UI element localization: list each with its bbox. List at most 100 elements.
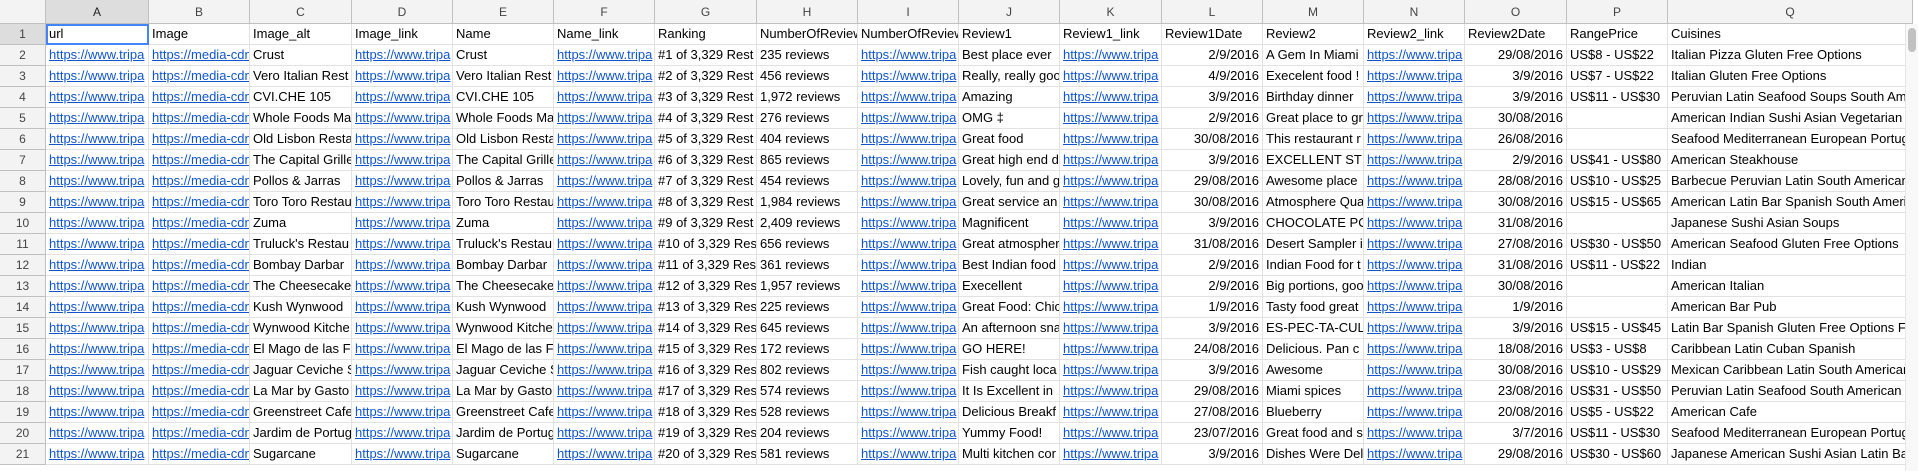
cell-k6[interactable]: https://www.tripa bbox=[1060, 129, 1162, 150]
cell-q21[interactable]: Japanese American Sushi Asian Latin Bar bbox=[1668, 444, 1913, 465]
cell-p4[interactable]: US$11 - US$30 bbox=[1567, 87, 1668, 108]
cell-e3[interactable]: Vero Italian Rest bbox=[453, 66, 554, 87]
cell-q11[interactable]: American Seafood Gluten Free Options bbox=[1668, 234, 1913, 255]
cell-g8[interactable]: #7 of 3,329 Rest bbox=[655, 171, 757, 192]
cell-d6[interactable]: https://www.tripa bbox=[352, 129, 453, 150]
cell-l2[interactable]: 2/9/2016 bbox=[1162, 45, 1263, 66]
cell-h1[interactable]: NumberOfReviews bbox=[757, 24, 858, 45]
cell-g21[interactable]: #20 of 3,329 Res bbox=[655, 444, 757, 465]
cell-n17[interactable]: https://www.tripa bbox=[1364, 360, 1465, 381]
cell-m1[interactable]: Review2 bbox=[1263, 24, 1364, 45]
cell-h17[interactable]: 802 reviews bbox=[757, 360, 858, 381]
cell-p3[interactable]: US$7 - US$22 bbox=[1567, 66, 1668, 87]
column-header-m[interactable]: M bbox=[1263, 0, 1364, 24]
cell-f14[interactable]: https://www.tripa bbox=[554, 297, 655, 318]
cell-d18[interactable]: https://www.tripa bbox=[352, 381, 453, 402]
cell-d4[interactable]: https://www.tripa bbox=[352, 87, 453, 108]
cell-j3[interactable]: Really, really goo bbox=[959, 66, 1060, 87]
column-header-k[interactable]: K bbox=[1060, 0, 1162, 24]
row-header-20[interactable]: 20 bbox=[0, 423, 46, 444]
cell-e13[interactable]: The Cheesecake bbox=[453, 276, 554, 297]
cell-h11[interactable]: 656 reviews bbox=[757, 234, 858, 255]
cell-b10[interactable]: https://media-cdn bbox=[149, 213, 250, 234]
cell-m13[interactable]: Big portions, goo bbox=[1263, 276, 1364, 297]
cell-d19[interactable]: https://www.tripa bbox=[352, 402, 453, 423]
cell-q17[interactable]: Mexican Caribbean Latin South American bbox=[1668, 360, 1913, 381]
cell-n10[interactable]: https://www.tripa bbox=[1364, 213, 1465, 234]
cell-a5[interactable]: https://www.tripa bbox=[46, 108, 149, 129]
row-header-8[interactable]: 8 bbox=[0, 171, 46, 192]
cell-j9[interactable]: Great service an bbox=[959, 192, 1060, 213]
cell-f16[interactable]: https://www.tripa bbox=[554, 339, 655, 360]
cell-f10[interactable]: https://www.tripa bbox=[554, 213, 655, 234]
cell-a20[interactable]: https://www.tripa bbox=[46, 423, 149, 444]
cell-k20[interactable]: https://www.tripa bbox=[1060, 423, 1162, 444]
cell-j8[interactable]: Lovely, fun and g bbox=[959, 171, 1060, 192]
cell-i18[interactable]: https://www.tripa bbox=[858, 381, 959, 402]
cell-m5[interactable]: Great place to gr bbox=[1263, 108, 1364, 129]
cell-l13[interactable]: 2/9/2016 bbox=[1162, 276, 1263, 297]
row-header-21[interactable]: 21 bbox=[0, 444, 46, 465]
vertical-scrollbar[interactable] bbox=[1905, 24, 1918, 471]
cell-q1[interactable]: Cuisines bbox=[1668, 24, 1913, 45]
cell-c6[interactable]: Old Lisbon Resta bbox=[250, 129, 352, 150]
cell-a7[interactable]: https://www.tripa bbox=[46, 150, 149, 171]
cell-b16[interactable]: https://media-cdn bbox=[149, 339, 250, 360]
cell-e20[interactable]: Jardim de Portug bbox=[453, 423, 554, 444]
cell-i20[interactable]: https://www.tripa bbox=[858, 423, 959, 444]
cell-b3[interactable]: https://media-cdn bbox=[149, 66, 250, 87]
cell-c11[interactable]: Truluck's Restau bbox=[250, 234, 352, 255]
cell-b17[interactable]: https://media-cdn bbox=[149, 360, 250, 381]
cell-k13[interactable]: https://www.tripa bbox=[1060, 276, 1162, 297]
cell-e4[interactable]: CVI.CHE 105 bbox=[453, 87, 554, 108]
row-header-12[interactable]: 12 bbox=[0, 255, 46, 276]
cell-o16[interactable]: 18/08/2016 bbox=[1465, 339, 1567, 360]
cell-b21[interactable]: https://media-cdn bbox=[149, 444, 250, 465]
cell-h9[interactable]: 1,984 reviews bbox=[757, 192, 858, 213]
cell-g17[interactable]: #16 of 3,329 Res bbox=[655, 360, 757, 381]
column-header-q[interactable]: Q bbox=[1668, 0, 1913, 24]
cell-j10[interactable]: Magnificent bbox=[959, 213, 1060, 234]
cell-h10[interactable]: 2,409 reviews bbox=[757, 213, 858, 234]
row-header-4[interactable]: 4 bbox=[0, 87, 46, 108]
cell-d16[interactable]: https://www.tripa bbox=[352, 339, 453, 360]
cell-q20[interactable]: Seafood Mediterranean European Portugu bbox=[1668, 423, 1913, 444]
cell-c4[interactable]: CVI.CHE 105 bbox=[250, 87, 352, 108]
cell-c18[interactable]: La Mar by Gasto bbox=[250, 381, 352, 402]
cell-c5[interactable]: Whole Foods Ma bbox=[250, 108, 352, 129]
cell-o18[interactable]: 23/08/2016 bbox=[1465, 381, 1567, 402]
cell-h13[interactable]: 1,957 reviews bbox=[757, 276, 858, 297]
cell-p18[interactable]: US$31 - US$50 bbox=[1567, 381, 1668, 402]
cell-q12[interactable]: Indian bbox=[1668, 255, 1913, 276]
cell-i16[interactable]: https://www.tripa bbox=[858, 339, 959, 360]
cell-n3[interactable]: https://www.tripa bbox=[1364, 66, 1465, 87]
cell-n2[interactable]: https://www.tripa bbox=[1364, 45, 1465, 66]
cell-f19[interactable]: https://www.tripa bbox=[554, 402, 655, 423]
cell-c8[interactable]: Pollos & Jarras bbox=[250, 171, 352, 192]
cell-b14[interactable]: https://media-cdn bbox=[149, 297, 250, 318]
cell-a9[interactable]: https://www.tripa bbox=[46, 192, 149, 213]
cell-g14[interactable]: #13 of 3,329 Res bbox=[655, 297, 757, 318]
cell-f3[interactable]: https://www.tripa bbox=[554, 66, 655, 87]
cell-p19[interactable]: US$5 - US$22 bbox=[1567, 402, 1668, 423]
cell-q14[interactable]: American Bar Pub bbox=[1668, 297, 1913, 318]
cell-a2[interactable]: https://www.tripa bbox=[46, 45, 149, 66]
cell-a6[interactable]: https://www.tripa bbox=[46, 129, 149, 150]
cell-d20[interactable]: https://www.tripa bbox=[352, 423, 453, 444]
cell-h8[interactable]: 454 reviews bbox=[757, 171, 858, 192]
cell-k15[interactable]: https://www.tripa bbox=[1060, 318, 1162, 339]
cell-g12[interactable]: #11 of 3,329 Res bbox=[655, 255, 757, 276]
cell-d1[interactable]: Image_link bbox=[352, 24, 453, 45]
cell-g3[interactable]: #2 of 3,329 Rest bbox=[655, 66, 757, 87]
cell-f11[interactable]: https://www.tripa bbox=[554, 234, 655, 255]
cell-q9[interactable]: American Latin Bar Spanish South Americ bbox=[1668, 192, 1913, 213]
cell-q16[interactable]: Caribbean Latin Cuban Spanish bbox=[1668, 339, 1913, 360]
column-header-a[interactable]: A bbox=[46, 0, 149, 24]
cell-b15[interactable]: https://media-cdn bbox=[149, 318, 250, 339]
cell-l11[interactable]: 31/08/2016 bbox=[1162, 234, 1263, 255]
cell-n19[interactable]: https://www.tripa bbox=[1364, 402, 1465, 423]
cell-q7[interactable]: American Steakhouse bbox=[1668, 150, 1913, 171]
cell-q2[interactable]: Italian Pizza Gluten Free Options bbox=[1668, 45, 1913, 66]
cell-c21[interactable]: Sugarcane bbox=[250, 444, 352, 465]
cell-k19[interactable]: https://www.tripa bbox=[1060, 402, 1162, 423]
